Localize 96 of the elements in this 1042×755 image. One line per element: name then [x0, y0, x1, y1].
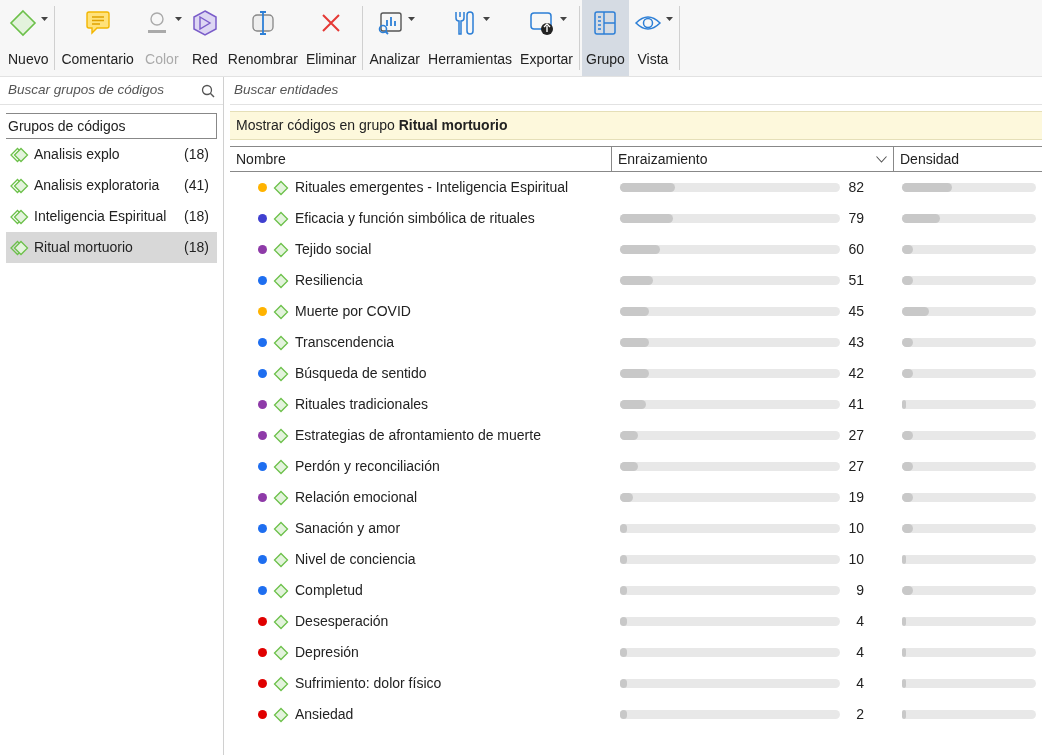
- code-icon: [273, 582, 289, 599]
- code-icon: [273, 396, 289, 413]
- code-icon: [273, 613, 289, 630]
- caret-icon: [407, 17, 415, 21]
- groundedness-value: 10: [847, 550, 864, 569]
- code-name: Búsqueda de sentido: [295, 364, 427, 383]
- code-name: Muerte por COVID: [295, 302, 411, 321]
- code-name: Ansiedad: [295, 705, 354, 724]
- groundedness-value: 82: [847, 178, 864, 197]
- code-name: Estrategias de afrontamiento de muerte: [295, 426, 541, 445]
- code-group-item[interactable]: Analisis exploratoria (41): [6, 170, 217, 201]
- code-icon: [273, 210, 289, 227]
- group-count: (41): [184, 176, 209, 195]
- diamond-icon: [8, 8, 39, 38]
- code-icon: [273, 644, 289, 661]
- group-count: (18): [184, 207, 209, 226]
- code-icon: [273, 675, 289, 692]
- group-name: Ritual mortuorio: [34, 238, 134, 257]
- groundedness-value: 4: [855, 674, 864, 693]
- code-group-item[interactable]: Analisis explo (18): [6, 139, 217, 170]
- caret-icon: [174, 17, 182, 21]
- sort-chevron-icon: [876, 155, 887, 163]
- groundedness-value: 27: [847, 426, 864, 445]
- code-name: Perdón y reconciliación: [295, 457, 440, 476]
- code-group-icon: [10, 177, 30, 194]
- code-group-icon: [10, 146, 30, 163]
- search-field[interactable]: Buscar grupos de códigos: [8, 80, 201, 101]
- code-icon: [273, 303, 289, 320]
- group-name: Inteligencia Espiritual: [34, 207, 168, 226]
- code-icon: [273, 272, 289, 289]
- code-group-icon: [10, 208, 30, 225]
- toolbar-button[interactable]: Grupo: [582, 0, 629, 76]
- code-icon: [273, 427, 289, 444]
- code-group-item[interactable]: Ritual mortuorio (18): [6, 232, 217, 263]
- toolbar-button[interactable]: Renombrar: [223, 0, 302, 76]
- groundedness-value: 27: [847, 457, 864, 476]
- caret-icon: [41, 17, 49, 21]
- toolbar-button[interactable]: Exportar: [516, 0, 577, 76]
- code-group-icon: [10, 239, 30, 256]
- code-name: Nivel de conciencia: [295, 550, 416, 569]
- group-name: Analisis exploratoria: [34, 176, 161, 195]
- toolbar-button[interactable]: Analizar: [365, 0, 425, 76]
- code-icon: [273, 520, 289, 537]
- groundedness-value: 79: [847, 209, 864, 228]
- code-name: Completud: [295, 581, 363, 600]
- caret-icon: [665, 17, 673, 21]
- code-name: Sanación y amor: [295, 519, 401, 538]
- code-name: Rituales tradicionales: [295, 395, 429, 414]
- toolbar-button[interactable]: Comentario: [57, 0, 138, 76]
- groundedness-value: 10: [847, 519, 864, 538]
- code-icon: [273, 179, 289, 196]
- toolbar-button[interactable]: Vista: [628, 0, 677, 76]
- groundedness-value: 45: [847, 302, 864, 321]
- groundedness-value: 19: [847, 488, 864, 507]
- column-header[interactable]: Enraizamiento: [612, 147, 894, 171]
- code-icon: [273, 489, 289, 506]
- column-header: Grupos de códigos: [6, 113, 217, 139]
- toolbar-button[interactable]: Eliminar: [301, 0, 361, 76]
- code-name: Eficacia y función simbólica de rituales: [295, 209, 535, 228]
- group-name: Analisis explo: [34, 145, 121, 164]
- code-icon: [273, 241, 289, 258]
- group-count: (18): [184, 238, 209, 257]
- column-header[interactable]: Densidad: [894, 147, 1042, 171]
- code-name: Resiliencia: [295, 271, 363, 290]
- code-icon: [273, 334, 289, 351]
- groundedness-value: 9: [855, 581, 864, 600]
- toolbar-button[interactable]: Nuevo: [4, 0, 53, 76]
- code-name: Depresión: [295, 643, 359, 662]
- column-header[interactable]: Nombre: [230, 147, 612, 171]
- code-name: Desesperación: [295, 612, 389, 631]
- code-name: Rituales emergentes - Inteligencia Espiritual: [295, 178, 569, 197]
- code-name: Transcendencia: [295, 333, 395, 352]
- toolbar-button[interactable]: Herramientas: [424, 0, 517, 76]
- filter-banner: Mostrar códigos en grupo Ritual mortuorio: [230, 111, 1042, 140]
- code-group-item[interactable]: Inteligencia Espiritual (18): [6, 201, 217, 232]
- search-field[interactable]: Buscar entidades: [234, 80, 1038, 101]
- code-icon: [273, 365, 289, 382]
- groundedness-value: 4: [855, 643, 864, 662]
- group-count: (18): [184, 145, 209, 164]
- code-icon: [273, 551, 289, 568]
- toolbar-button[interactable]: Red: [185, 0, 224, 76]
- groundedness-value: 2: [855, 705, 864, 724]
- groundedness-value: 42: [847, 364, 864, 383]
- code-icon: [273, 458, 289, 475]
- code-name: Tejido social: [295, 240, 372, 259]
- caret-icon: [483, 17, 491, 21]
- caret-icon: [559, 17, 567, 21]
- groundedness-value: 60: [847, 240, 864, 259]
- code-name: Sufrimiento: dolor físico: [295, 674, 442, 693]
- groundedness-value: 4: [855, 612, 864, 631]
- groundedness-value: 41: [847, 395, 864, 414]
- groundedness-value: 51: [847, 271, 864, 290]
- code-name: Relación emocional: [295, 488, 418, 507]
- code-icon: [273, 706, 289, 723]
- search-icon: [201, 83, 215, 98]
- groundedness-value: 43: [847, 333, 864, 352]
